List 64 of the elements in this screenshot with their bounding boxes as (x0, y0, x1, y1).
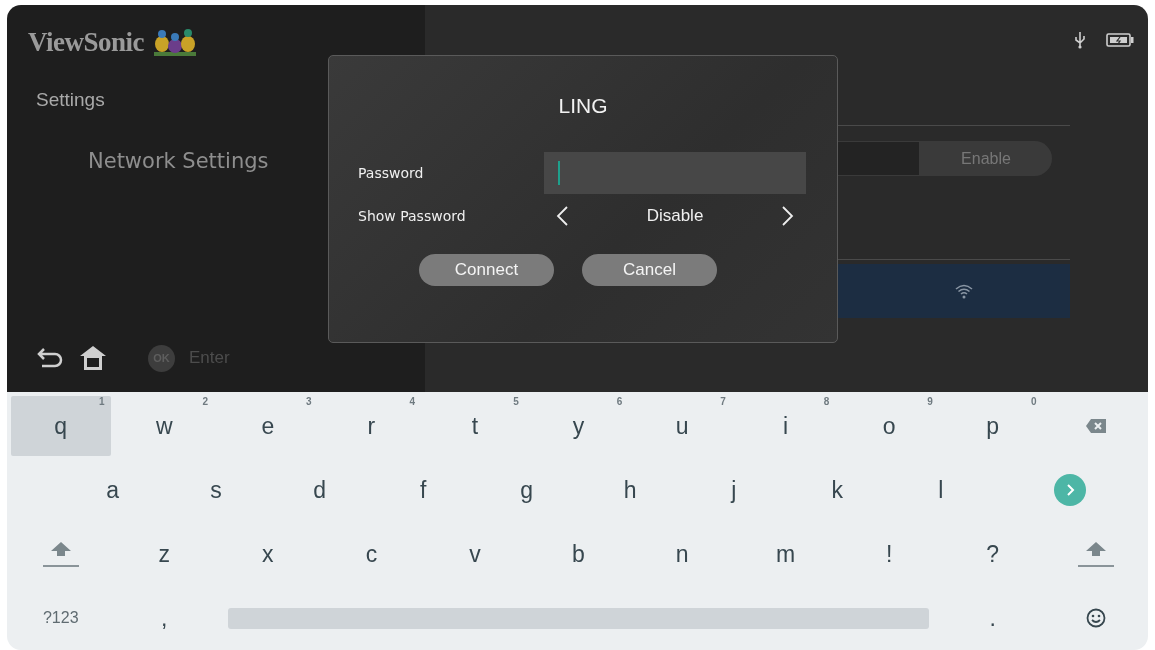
keyboard-key[interactable]: s (166, 460, 266, 520)
key-number-hint: 2 (202, 396, 209, 407)
keyboard-key[interactable]: c (321, 524, 422, 584)
keyboard-key[interactable]: o 9 (839, 396, 939, 456)
keyboard-key[interactable]: h (580, 460, 681, 520)
option-value: Disable (646, 206, 704, 226)
wifi-icon (954, 283, 974, 299)
key-number-hint: 8 (823, 396, 830, 407)
keyboard-key[interactable]: k (787, 460, 888, 520)
keyboard-key[interactable]: e 3 (218, 396, 318, 456)
keyboard-key[interactable]: r 4 (321, 396, 422, 456)
dialog-title: LING (558, 94, 608, 118)
shift-arrow-icon (49, 541, 72, 557)
keyboard-key[interactable]: b (528, 524, 629, 584)
key-number-hint: 9 (927, 396, 933, 407)
keyboard-key[interactable]: v (425, 524, 525, 584)
key-number-hint: 3 (306, 396, 312, 407)
keyboard-key[interactable]: a (62, 460, 163, 520)
key-number-hint: 6 (616, 396, 623, 407)
chevron-circle-icon (1054, 474, 1087, 506)
keyboard-key[interactable]: y 6 (528, 396, 629, 456)
keyboard-key[interactable]: w 2 (114, 396, 215, 456)
keyboard-key[interactable]: d (269, 460, 370, 520)
key-number-hint: 7 (720, 396, 726, 407)
keyboard-key[interactable]: ! (839, 524, 939, 584)
keyboard-key[interactable]: p 0 (942, 396, 1043, 456)
battery-icon (1106, 33, 1134, 47)
keyboard-key[interactable]: q 1 (11, 396, 111, 456)
keyboard-key[interactable]: l (891, 460, 991, 520)
birds-logo-icon (152, 26, 198, 58)
key-number-hint: 1 (98, 396, 105, 407)
keyboard-key[interactable]: x (218, 524, 318, 584)
section-title: Network Settings (88, 149, 269, 173)
keyboard-key[interactable]: f (373, 460, 473, 520)
field-label: Show Password (358, 208, 467, 224)
key-number-hint: 4 (409, 396, 416, 407)
backspace-icon (1085, 418, 1108, 434)
field-label: Password (358, 165, 425, 181)
chevron-left-icon[interactable] (556, 206, 568, 226)
keyboard-key[interactable]: t 5 (425, 396, 525, 456)
keyboard-key[interactable]: , (114, 588, 215, 648)
symbols-key[interactable]: ?123 (11, 588, 111, 648)
keyboard-key[interactable]: j (684, 460, 784, 520)
password-field[interactable] (544, 152, 806, 194)
key-number-hint: 0 (1030, 396, 1037, 407)
menu-title: Settings (36, 89, 106, 111)
keyboard-key[interactable]: n (632, 524, 732, 584)
back-icon[interactable] (36, 346, 64, 370)
keyboard-key[interactable]: i 8 (735, 396, 836, 456)
smiley-icon (1086, 608, 1107, 628)
brand-logo: ViewSonic (28, 26, 144, 58)
home-icon[interactable] (78, 344, 108, 372)
chevron-right-icon[interactable] (782, 206, 794, 226)
dialog-button[interactable]: Connect (419, 254, 554, 286)
keyboard-key[interactable]: u 7 (632, 396, 732, 456)
keyboard-key[interactable]: m (735, 524, 836, 584)
keyboard-key[interactable]: . (942, 588, 1043, 648)
usb-icon (1074, 31, 1086, 49)
keyboard-key[interactable]: z (114, 524, 215, 584)
shift-arrow-icon (1085, 541, 1108, 557)
key-number-hint: 5 (513, 396, 519, 407)
dialog-button[interactable]: Cancel (582, 254, 717, 286)
keyboard-key[interactable]: ? (942, 524, 1043, 584)
keyboard-key[interactable]: g (476, 460, 577, 520)
